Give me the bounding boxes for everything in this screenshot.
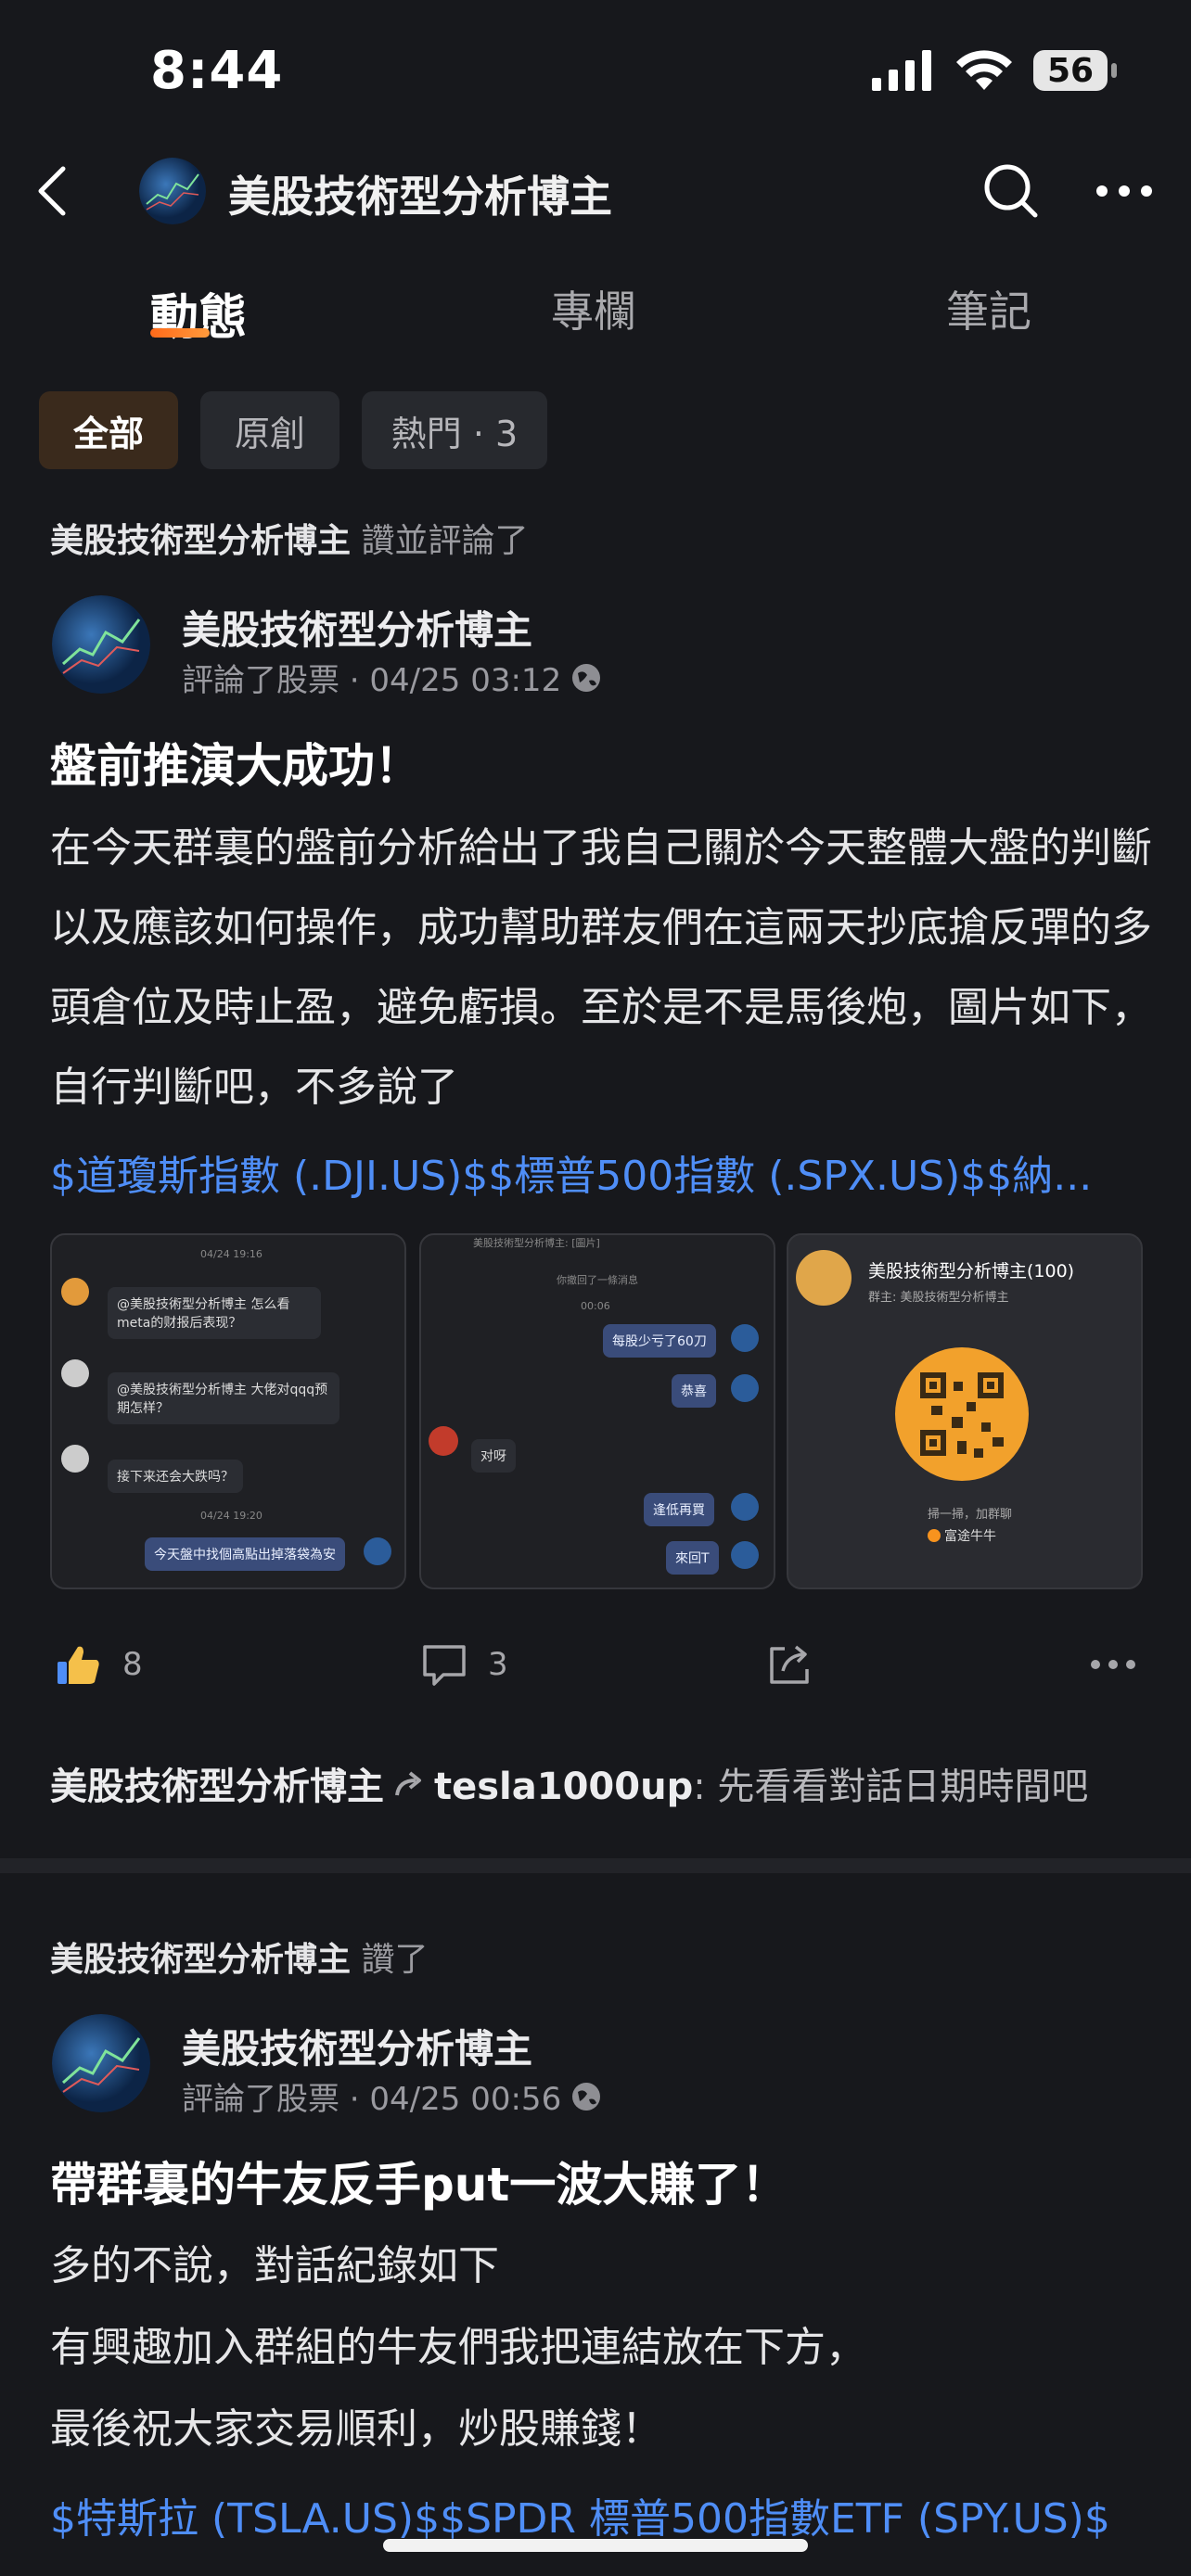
stock-tags[interactable]: $特斯拉 (TSLA.US)$$SPDR 標普500指數ETF (SPY.US)… [50,2485,1154,2544]
comment-reply-target[interactable]: tesla1000up [434,1766,693,1808]
activity-author[interactable]: 美股技術型分析博主 [50,1941,351,1979]
post-meta-text: 評論了股票 · 04/25 03:12 [182,662,562,699]
post-body-line: 最後祝大家交易順利，炒股賺錢！ [50,2405,662,2453]
brand-label: 富途牛牛 [928,1526,996,1545]
activity-author[interactable]: 美股技術型分析博主 [50,522,351,560]
chat-message: @美股技術型分析博主 怎么看meta的财报后表现？ [108,1287,321,1339]
author-avatar[interactable] [52,595,150,694]
comment-icon [423,1645,466,1686]
chat-system-note: 你撤回了一條消息 [557,1274,638,1286]
group-owner: 群主: 美股技術型分析博主 [868,1291,1009,1305]
post-title[interactable]: 帶群裏的牛友反手put一波大賺了！ [50,2148,788,2214]
battery-indicator: 56 [1033,50,1117,91]
author-name[interactable]: 美股技術型分析博主 [182,2018,532,2074]
post-meta: 評論了股票 · 04/25 03:12 [182,655,602,700]
comment-author[interactable]: 美股技術型分析博主 [50,1756,384,1810]
chat-avatar [731,1374,759,1402]
wifi-icon [956,50,1012,90]
chat-header: 美股技術型分析博主: [圖片] [473,1237,600,1249]
like-count: 8 [122,1646,143,1683]
filter-all[interactable]: 全部 [39,391,178,469]
status-icons: 56 [872,45,1117,96]
active-tab-indicator [150,328,210,338]
back-arrow-icon[interactable] [33,163,70,219]
chat-message: 接下来还会大跌吗？ [108,1460,243,1493]
group-avatar [796,1250,852,1306]
post-more-icon[interactable] [1089,1658,1137,1671]
tab-notes[interactable]: 筆記 [946,278,1031,339]
chat-message: 恭喜 [672,1374,716,1408]
reply-arrow-icon [395,1771,421,1796]
chat-message: 逢低再買 [644,1493,714,1526]
qr-hint: 掃一掃，加群聊 [928,1508,1013,1522]
thumbs-up-icon [58,1646,99,1684]
chat-avatar [61,1278,89,1306]
activity-line: 美股技術型分析博主 讚並評論了 [50,514,528,562]
signal-icon [872,50,931,91]
feed-divider [0,1858,1191,1873]
image-thumbnail-qr[interactable]: 美股技術型分析博主(100) 群主: 美股技術型分析博主 掃一掃，加群聊 富途牛… [787,1233,1143,1589]
brand-logo-icon [928,1529,941,1542]
chat-message: @美股技術型分析博主 大佬对qqq预期怎样？ [108,1372,339,1424]
filter-hot[interactable]: 熱門 · 3 [362,391,547,469]
tab-columns[interactable]: 專欄 [551,278,636,339]
group-name: 美股技術型分析博主(100) [868,1261,1075,1282]
home-indicator [383,2539,808,2552]
brand-name: 富途牛牛 [944,1529,996,1544]
like-button[interactable]: 8 [56,1641,143,1688]
author-avatar[interactable] [52,2014,150,2112]
share-icon[interactable] [766,1641,813,1688]
chat-avatar [364,1537,391,1565]
chat-avatar [731,1541,759,1569]
post-meta: 評論了股票 · 04/25 00:56 [182,2073,602,2119]
post-body-line: 多的不說，對話紀錄如下 [50,2242,499,2289]
filter-original[interactable]: 原創 [200,391,339,469]
chat-message: 來回T [666,1541,719,1575]
post-title[interactable]: 盤前推演大成功！ [50,729,421,796]
comment-text: : 先看看對話日期時間吧 [693,1766,1089,1808]
activity-action: 讚了 [361,1941,429,1979]
chat-reply: 今天盤中找個高點出掉落袋為安 [145,1537,345,1571]
chat-avatar [61,1445,89,1473]
more-options-icon[interactable] [1095,182,1154,200]
post-body-line: 有興趣加入群組的牛友們我把連結放在下方， [50,2324,866,2371]
chat-avatar [731,1493,759,1521]
chat-message: 每股少亏了60刀 [603,1324,716,1358]
chat-date: 04/24 19:16 [200,1248,263,1260]
image-thumbnail-chat-2[interactable]: 美股技術型分析博主: [圖片] 你撤回了一條消息 00:06 每股少亏了60刀 … [419,1233,775,1589]
chat-avatar [731,1324,759,1352]
comment-preview[interactable]: 美股技術型分析博主 tesla1000up: 先看看對話日期時間吧 [50,1756,1088,1810]
chat-time: 00:06 [581,1300,610,1312]
author-name[interactable]: 美股技術型分析博主 [182,599,532,656]
activity-action: 讚並評論了 [361,522,529,560]
image-thumbnail-chat-1[interactable]: 04/24 19:16 @美股技術型分析博主 怎么看meta的财报后表现？ @美… [50,1233,406,1589]
page-title: 美股技術型分析博主 [228,172,612,222]
post-meta-text: 評論了股票 · 04/25 00:56 [182,2081,562,2118]
chat-date: 04/24 19:20 [200,1510,263,1522]
activity-line: 美股技術型分析博主 讚了 [50,1932,428,1981]
comment-count: 3 [488,1646,508,1683]
chat-avatar [61,1359,89,1387]
chat-avatar [429,1426,458,1456]
search-icon[interactable] [981,161,1041,221]
globe-icon [572,663,601,692]
profile-avatar[interactable] [139,158,206,224]
stock-tags[interactable]: $道瓊斯指數 (.DJI.US)$$標普500指數 (.SPX.US)$$納..… [50,1142,1145,1202]
qr-code [895,1347,1029,1481]
comment-button[interactable]: 3 [421,1641,508,1688]
post-body[interactable]: 多的不說，對話紀錄如下 有興趣加入群組的牛友們我把連結放在下方， 最後祝大家交易… [50,2225,1172,2470]
chat-message: 对呀 [471,1439,516,1473]
post-body[interactable]: 在今天群裏的盤前分析給出了我自己關於今天整體大盤的判斷以及應該如何操作，成功幫助… [50,809,1172,1128]
globe-icon [572,2082,601,2111]
status-time: 8:44 [150,41,284,101]
